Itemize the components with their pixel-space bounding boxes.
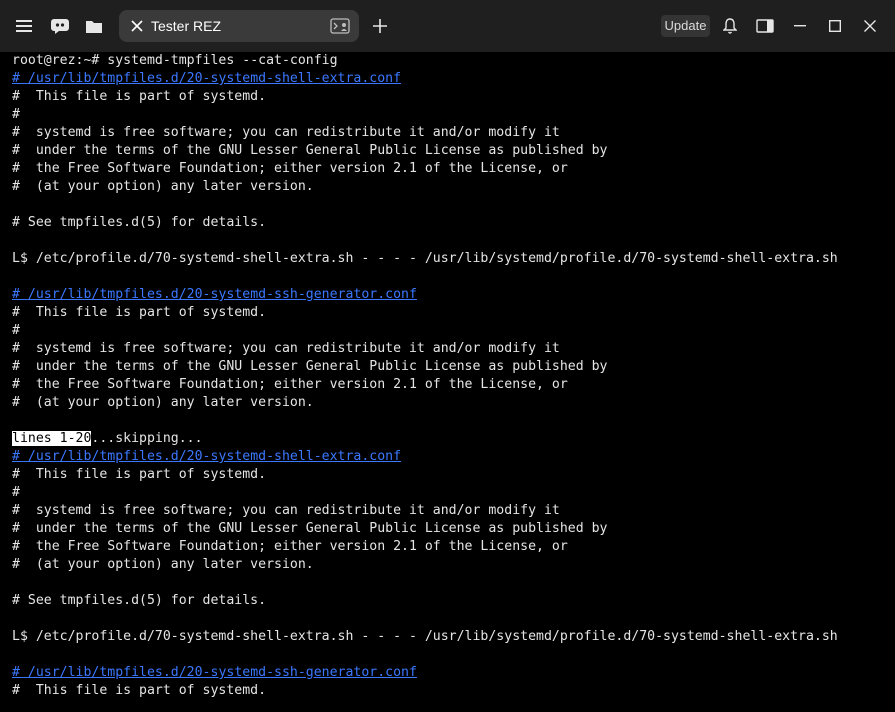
comment-line: # This file is part of systemd. [12, 683, 267, 698]
tab-tester-rez[interactable]: Tester REZ [119, 10, 359, 42]
config-file-path[interactable]: /usr/lib/tmpfiles.d/20-systemd-ssh-gener… [28, 665, 417, 680]
command-text: systemd-tmpfiles --cat-config [107, 53, 338, 68]
comment-line: # under the terms of the GNU Lesser Gene… [12, 521, 608, 536]
config-file-header[interactable]: # /usr/lib/tmpfiles.d/20-systemd-shell-e… [12, 70, 401, 88]
close-window-icon[interactable] [854, 10, 886, 42]
pager-position: lines 1-20 [12, 431, 92, 446]
comment-line: # See tmpfiles.d(5) for details. [12, 215, 267, 230]
maximize-icon[interactable] [819, 10, 851, 42]
config-file-path[interactable]: /usr/lib/tmpfiles.d/20-systemd-ssh-gener… [28, 287, 417, 302]
shell-prompt: root@rez:~# [12, 53, 108, 68]
update-button[interactable]: Update [661, 15, 710, 37]
tab-title: Tester REZ [151, 18, 222, 34]
comment-line: # (at your option) any later version. [12, 557, 314, 572]
comment-line: # This file is part of systemd. [12, 467, 267, 482]
comment-line: # the Free Software Foundation; either v… [12, 161, 568, 176]
comment-line: # [12, 323, 20, 338]
pager-status: lines 1-20...skipping... [12, 430, 203, 448]
comment-line: # See tmpfiles.d(5) for details. [12, 593, 267, 608]
folder-icon[interactable] [78, 10, 110, 42]
comment-line: # This file is part of systemd. [12, 305, 267, 320]
tmpfiles-entry: L$ /etc/profile.d/70-systemd-shell-extra… [12, 251, 838, 266]
config-file-header[interactable]: # /usr/lib/tmpfiles.d/20-systemd-shell-e… [12, 448, 401, 466]
comment-line: # systemd is free software; you can redi… [12, 341, 560, 356]
tmpfiles-entry: L$ /etc/profile.d/70-systemd-shell-extra… [12, 629, 838, 644]
comment-line: # the Free Software Foundation; either v… [12, 539, 568, 554]
terminal-output[interactable]: root@rez:~# systemd-tmpfiles --cat-confi… [12, 52, 892, 712]
minimize-icon[interactable] [784, 10, 816, 42]
comment-line: # under the terms of the GNU Lesser Gene… [12, 359, 608, 374]
comment-line: # the Free Software Foundation; either v… [12, 377, 568, 392]
pager-skipping: ...skipping... [91, 431, 203, 446]
comment-line: # [12, 485, 20, 500]
title-bar: Tester REZ Update [0, 0, 895, 52]
comment-line: # systemd is free software; you can redi… [12, 503, 560, 518]
close-icon[interactable] [125, 14, 149, 38]
ai-assistant-icon[interactable] [44, 10, 76, 42]
plus-icon[interactable] [364, 10, 396, 42]
comment-line: # (at your option) any later version. [12, 179, 314, 194]
config-file-header[interactable]: # /usr/lib/tmpfiles.d/20-systemd-ssh-gen… [12, 664, 417, 682]
terminal-icon[interactable] [329, 16, 351, 36]
comment-line: # under the terms of the GNU Lesser Gene… [12, 143, 608, 158]
comment-line: # (at your option) any later version. [12, 395, 314, 410]
config-file-path[interactable]: /usr/lib/tmpfiles.d/20-systemd-shell-ext… [28, 449, 401, 464]
comment-line: # This file is part of systemd. [12, 89, 267, 104]
sidebar-toggle-icon[interactable] [749, 10, 781, 42]
comment-line: # [12, 107, 20, 122]
comment-line: # systemd is free software; you can redi… [12, 125, 560, 140]
config-file-header[interactable]: # /usr/lib/tmpfiles.d/20-systemd-ssh-gen… [12, 286, 417, 304]
config-file-path[interactable]: /usr/lib/tmpfiles.d/20-systemd-shell-ext… [28, 71, 401, 86]
hamburger-menu-icon[interactable] [8, 10, 40, 42]
command-line: root@rez:~# systemd-tmpfiles --cat-confi… [12, 52, 338, 70]
bell-icon[interactable] [714, 10, 746, 42]
